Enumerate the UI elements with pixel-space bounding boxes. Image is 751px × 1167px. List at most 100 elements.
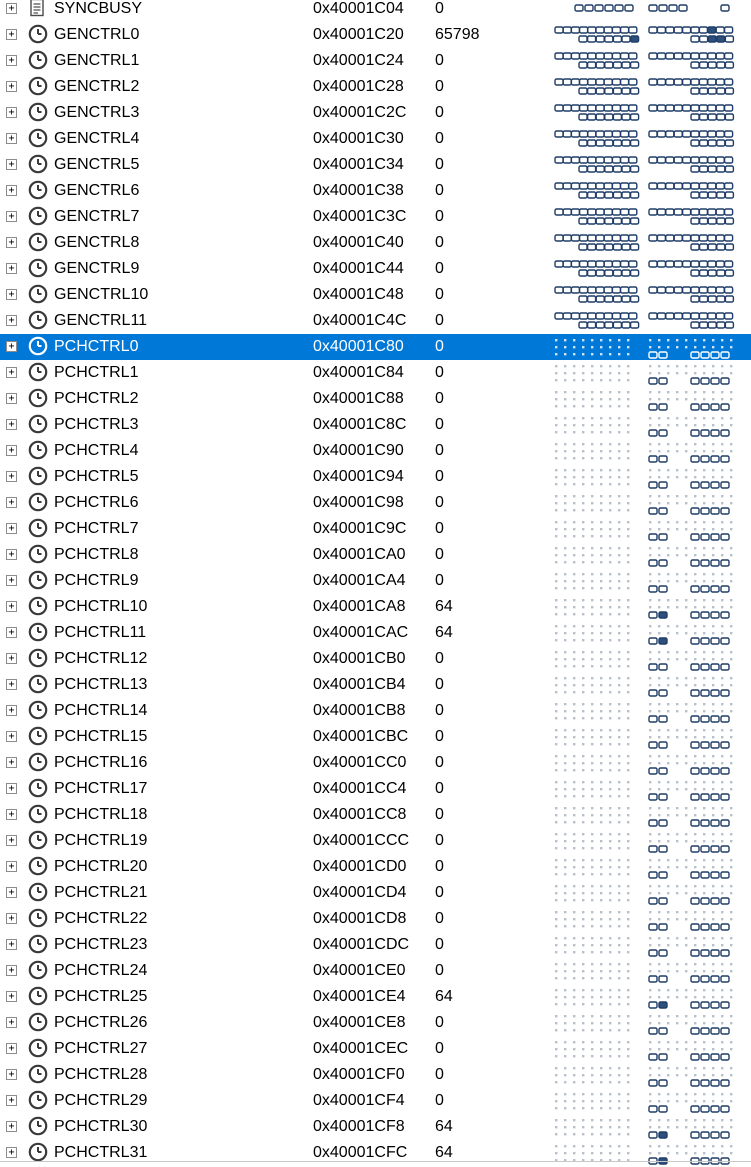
bit-clear[interactable] (621, 61, 631, 69)
expand-icon[interactable]: + (6, 679, 17, 690)
expand-icon[interactable]: + (6, 159, 17, 170)
bit-clear[interactable] (707, 191, 717, 199)
bit-clear[interactable] (723, 260, 734, 268)
expand-icon[interactable]: + (6, 991, 17, 1002)
bit-clear[interactable] (562, 312, 572, 320)
register-row[interactable]: + GENCTRL4 0x40001C30 0 (0, 126, 751, 152)
bit-clear[interactable] (715, 312, 725, 320)
bit-clear[interactable] (578, 139, 588, 147)
bit-clear[interactable] (578, 243, 588, 251)
bit-clear[interactable] (710, 793, 720, 801)
bit-clear[interactable] (658, 1105, 668, 1113)
bit-clear[interactable] (700, 663, 710, 671)
bit-field-grid[interactable] (553, 1140, 751, 1166)
bit-clear[interactable] (715, 26, 725, 34)
bit-clear[interactable] (629, 243, 640, 251)
bit-clear[interactable] (681, 52, 692, 60)
bit-clear[interactable] (603, 52, 613, 60)
bit-field-grid[interactable] (553, 828, 751, 854)
bit-clear[interactable] (624, 4, 634, 12)
bit-set[interactable] (629, 35, 640, 43)
bit-clear[interactable] (720, 897, 730, 905)
bit-clear[interactable] (668, 4, 678, 12)
bit-clear[interactable] (586, 113, 597, 121)
bit-clear[interactable] (673, 208, 683, 216)
bit-clear[interactable] (554, 26, 564, 34)
bit-clear[interactable] (619, 26, 630, 34)
bit-clear[interactable] (690, 130, 700, 138)
expand-icon[interactable]: + (6, 1043, 17, 1054)
bit-clear[interactable] (595, 156, 605, 164)
bit-clear[interactable] (562, 26, 572, 34)
bit-field-grid[interactable] (553, 698, 751, 724)
bit-clear[interactable] (690, 312, 700, 320)
register-value[interactable]: 0 (435, 1091, 444, 1111)
bit-clear[interactable] (611, 234, 622, 242)
register-bits[interactable] (553, 542, 751, 568)
bit-clear[interactable] (698, 139, 709, 147)
expand-icon[interactable]: + (6, 471, 17, 482)
bit-clear[interactable] (595, 130, 605, 138)
bit-clear[interactable] (690, 975, 700, 983)
bit-clear[interactable] (658, 949, 668, 957)
bit-clear[interactable] (648, 78, 658, 86)
bit-clear[interactable] (587, 234, 597, 242)
bit-clear[interactable] (619, 234, 630, 242)
bit-clear[interactable] (587, 156, 597, 164)
register-bits[interactable] (553, 620, 751, 646)
register-row[interactable]: + GENCTRL3 0x40001C2C 0 (0, 100, 751, 126)
bit-clear[interactable] (658, 871, 668, 879)
bit-clear[interactable] (690, 165, 700, 173)
bit-clear[interactable] (621, 243, 631, 251)
bit-clear[interactable] (710, 507, 720, 515)
bit-clear[interactable] (628, 130, 638, 138)
bit-clear[interactable] (603, 156, 613, 164)
bit-clear[interactable] (658, 793, 668, 801)
bit-clear[interactable] (665, 130, 675, 138)
bit-clear[interactable] (681, 182, 692, 190)
bit-clear[interactable] (700, 1105, 710, 1113)
bit-clear[interactable] (707, 295, 717, 303)
expand-icon[interactable]: + (6, 653, 17, 664)
bit-clear[interactable] (578, 208, 589, 216)
bit-clear[interactable] (724, 269, 735, 277)
bit-clear[interactable] (595, 87, 605, 95)
bit-field-grid[interactable] (553, 152, 751, 178)
expand-icon[interactable]: + (6, 1095, 17, 1106)
register-bits[interactable] (553, 880, 751, 906)
bit-clear[interactable] (648, 767, 658, 775)
bit-clear[interactable] (700, 897, 710, 905)
register-value[interactable]: 0 (435, 493, 444, 513)
bit-clear[interactable] (611, 52, 622, 60)
bit-clear[interactable] (658, 455, 668, 463)
bit-clear[interactable] (715, 286, 725, 294)
bit-field-grid[interactable] (553, 22, 751, 48)
register-row[interactable]: + PCHCTRL25 0x40001CE4 64 (0, 984, 751, 1010)
register-bits[interactable] (553, 386, 751, 412)
bit-clear[interactable] (648, 1079, 658, 1087)
bit-clear[interactable] (720, 403, 730, 411)
bit-clear[interactable] (707, 243, 717, 251)
expand-icon[interactable]: + (6, 133, 17, 144)
register-value[interactable]: 0 (435, 545, 444, 565)
bit-clear[interactable] (595, 321, 605, 329)
bit-clear[interactable] (710, 1001, 720, 1009)
bit-clear[interactable] (724, 87, 735, 95)
bit-clear[interactable] (578, 286, 589, 294)
bit-clear[interactable] (658, 975, 668, 983)
bit-clear[interactable] (690, 1053, 700, 1061)
register-row[interactable]: + PCHCTRL2 0x40001C88 0 (0, 386, 751, 412)
bit-clear[interactable] (690, 26, 700, 34)
bit-clear[interactable] (628, 26, 638, 34)
bit-clear[interactable] (612, 35, 623, 43)
bit-field-grid[interactable] (553, 256, 751, 282)
bit-clear[interactable] (648, 1053, 658, 1061)
bit-clear[interactable] (690, 1079, 700, 1087)
bit-clear[interactable] (723, 234, 734, 242)
register-bits[interactable] (553, 360, 751, 386)
bit-clear[interactable] (578, 156, 589, 164)
register-row[interactable]: + PCHCTRL9 0x40001CA4 0 (0, 568, 751, 594)
register-bits[interactable] (553, 568, 751, 594)
register-value[interactable]: 0 (435, 831, 444, 851)
bit-clear[interactable] (698, 295, 709, 303)
